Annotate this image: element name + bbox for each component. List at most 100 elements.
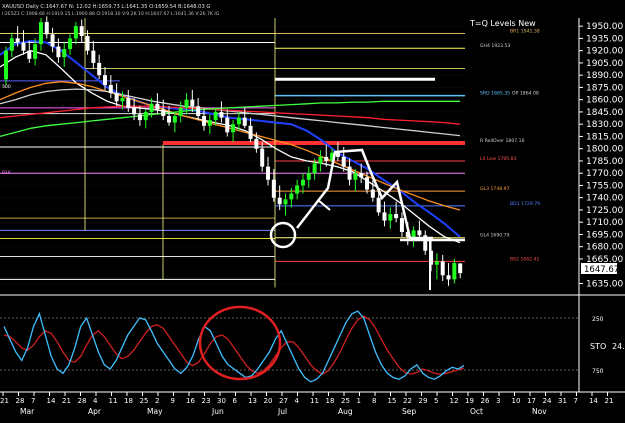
time-tick-label: 13 [248, 397, 257, 405]
candle-body [201, 116, 206, 126]
level-label: OP 1864.08 [512, 91, 539, 97]
time-tick-label: 27 [279, 397, 288, 405]
candle-body [417, 230, 422, 236]
price-tick-label: 1860.00 [586, 96, 623, 106]
candle-body [248, 125, 253, 139]
candle-body [91, 50, 96, 63]
time-tick-label: 9 [171, 397, 175, 405]
price-chart[interactable]: 1950.00 1935.00 1920.00 1905.00 1890.00 1875.… [0, 0, 625, 419]
candle-body [388, 214, 393, 221]
month-label: Sep [402, 407, 416, 416]
time-axis[interactable]: 21 28 7 14 21 28 4 11 18 25 2 9 16 23 30 6 13 20 27 4 11 18 25… [0, 391, 625, 419]
time-tick-label: 1 [357, 397, 361, 405]
time-tick-label: 16 [186, 397, 195, 405]
time-tick-label: 17 [527, 397, 536, 405]
time-tick-label: 25 [341, 397, 350, 405]
time-tick-label: 23 [202, 397, 211, 405]
price-tick-label: 1845.00 [586, 108, 623, 118]
time-tick-label: 30 [217, 397, 226, 405]
price-tick-label: 1815.00 [586, 132, 623, 142]
time-tick-label: 29 [419, 397, 428, 405]
candle-body [50, 34, 55, 47]
candle-body [277, 197, 282, 205]
candle-body [4, 50, 8, 80]
price-tick-label: 1830.00 [586, 120, 623, 130]
time-tick-label: 5 [434, 397, 438, 405]
candle-body [452, 263, 457, 280]
oscillator-pane[interactable] [0, 294, 625, 392]
candle-body [149, 103, 154, 112]
time-tick-label: 12 [450, 397, 459, 405]
oscillator-bg [0, 295, 625, 392]
time-tick-label: 4 [295, 397, 300, 405]
level-label: BD1 1729.79 [510, 201, 540, 207]
month-label: Nov [532, 407, 547, 416]
price-tick-label: 1785.00 [586, 157, 623, 167]
candle-body [376, 197, 381, 213]
time-tick-label: 24 [543, 397, 552, 405]
indicator-title: T=Q Levels New [469, 19, 536, 28]
candle-body [167, 116, 172, 123]
candle-body [306, 173, 311, 180]
candle-body [15, 38, 20, 43]
candle-body [120, 98, 125, 102]
candle-body [102, 75, 107, 85]
candle-body [161, 109, 166, 117]
price-tick-label: 1725.00 [586, 206, 623, 216]
candle-body [370, 189, 375, 198]
price-tick-label: 1800.00 [586, 145, 623, 155]
level-label: GH4 1923.53 [480, 43, 510, 49]
price-tick-label: 1695.00 [586, 230, 623, 240]
time-tick-label: 25 [140, 397, 149, 405]
candle-body [27, 50, 32, 59]
candle-body [9, 38, 14, 51]
month-label: Jul [277, 407, 287, 416]
osc-tick-250: 250 [592, 316, 604, 323]
candle-body [318, 156, 323, 164]
candle-body [73, 26, 78, 39]
chart-window: 1950.00 1935.00 1920.00 1905.00 1890.00 1875.… [0, 0, 625, 419]
candle-body [324, 156, 329, 161]
time-tick-label: 3 [496, 397, 500, 405]
candle-body [434, 261, 439, 265]
header-line-1: XAUUSD Daily C:1647.67 N: 12.02 H:1659.7… [2, 4, 210, 10]
time-tick-label: 21 [62, 397, 71, 405]
level-label: SRD 1865.35 [480, 91, 510, 97]
candle-body [440, 261, 445, 276]
candle-body [353, 173, 358, 180]
time-tick-label: 21 [0, 397, 9, 405]
candle-body [137, 114, 142, 121]
price-tick-label: 1875.00 [586, 83, 623, 93]
time-tick-label: 4 [93, 397, 98, 405]
candle-body [85, 35, 90, 51]
level-label: GL3 1748.97 [480, 186, 510, 192]
candle-body [295, 185, 300, 194]
price-tick-label: 1905.00 [586, 59, 623, 69]
candle-body [411, 230, 416, 237]
month-label: Aug [338, 407, 353, 416]
candle-body [382, 212, 387, 221]
candle-body [300, 179, 305, 186]
time-tick-label: 28 [16, 397, 25, 405]
time-tick-label: 11 [109, 397, 118, 405]
price-tick-label: 1890.00 [586, 71, 623, 81]
level-label: L4 Low 1785.83 [480, 156, 517, 162]
candle-body [155, 103, 160, 110]
candle-body [126, 98, 131, 108]
candle-body [219, 111, 224, 118]
candle-body [446, 275, 451, 280]
candle-body [225, 117, 230, 133]
time-tick-label: 6 [233, 397, 238, 405]
candle-body [213, 111, 218, 121]
candle-body [79, 26, 84, 36]
month-label: Mar [20, 407, 35, 416]
month-label: Jun [211, 407, 224, 416]
left-label-916: 916 [2, 170, 11, 176]
candle-body [266, 166, 271, 180]
candle-body [62, 49, 67, 58]
time-tick-label: 11 [310, 397, 319, 405]
osc-tick-750: 750 [592, 368, 604, 375]
level-label: BR1 1941.38 [510, 29, 540, 35]
level-label: BS2 1662.41 [510, 256, 539, 262]
candle-body [190, 99, 195, 107]
